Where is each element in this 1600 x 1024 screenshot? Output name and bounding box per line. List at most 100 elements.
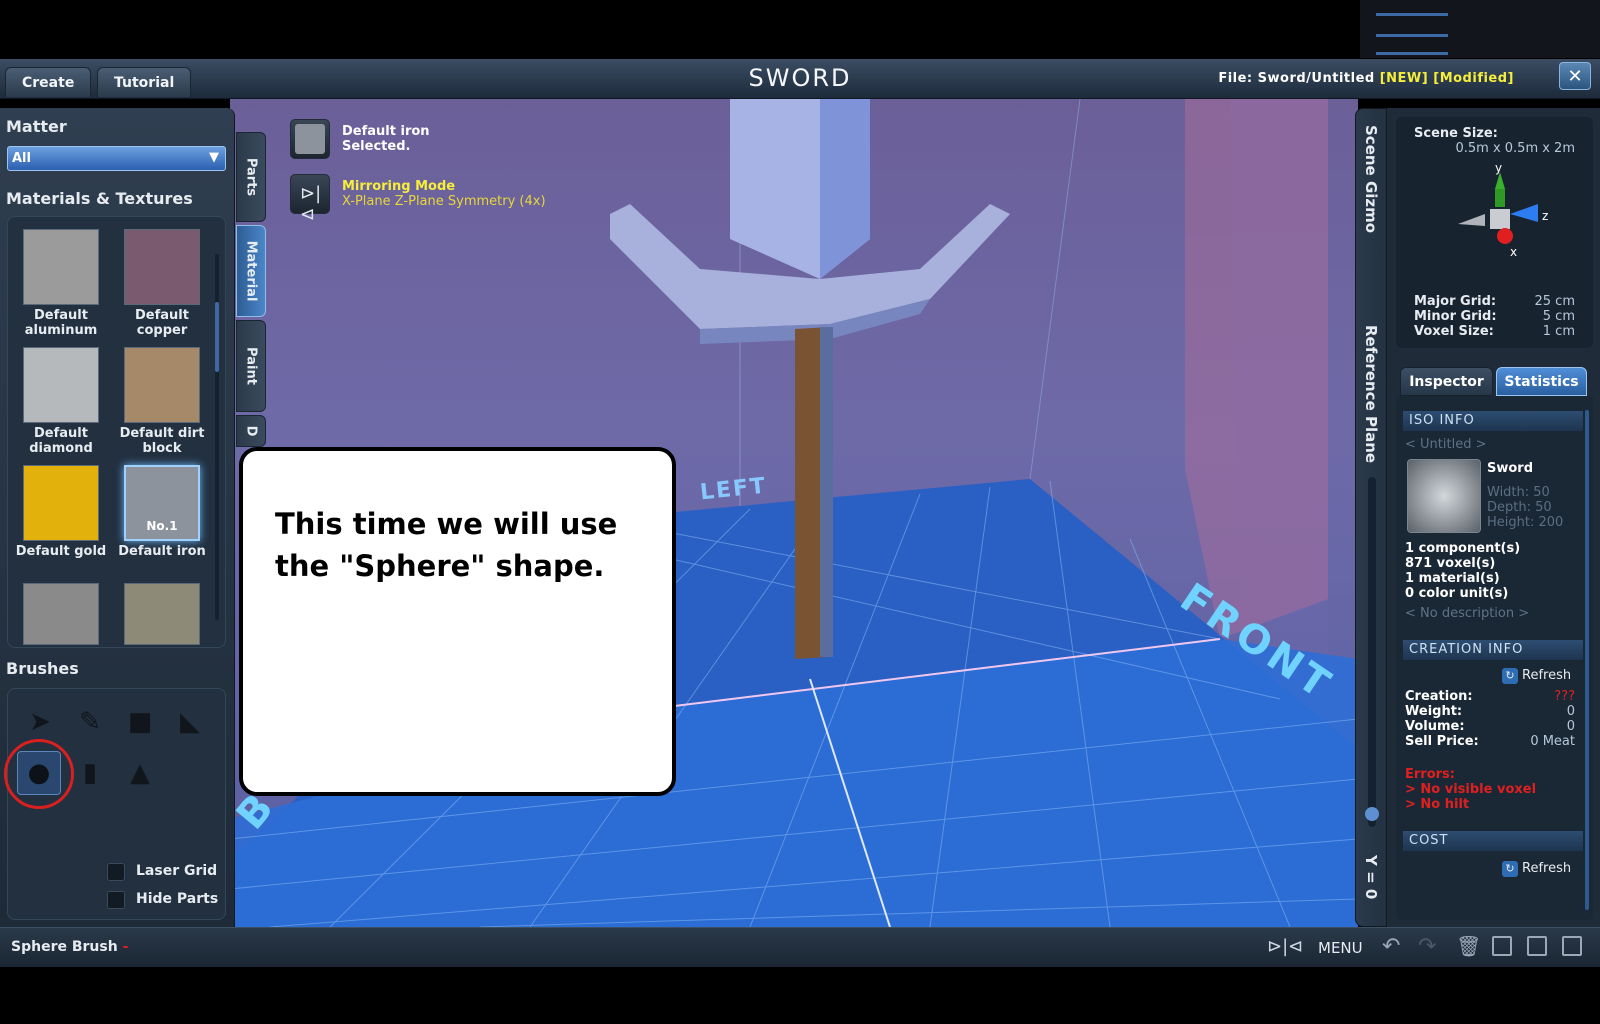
brush-select[interactable]: ➤ — [18, 700, 62, 744]
tab-tutorial[interactable]: Tutorial — [97, 67, 192, 97]
creation-label: Creation: — [1405, 689, 1473, 704]
brush-wedge[interactable]: ◣ — [168, 700, 212, 744]
matter-dropdown[interactable]: All ▼ — [7, 146, 226, 171]
axis-z-label: z — [1542, 209, 1548, 223]
tab-inspector[interactable]: Inspector — [1400, 367, 1493, 396]
material-swatch-dirt[interactable] — [124, 347, 200, 423]
refresh-icon: ↻ — [1502, 861, 1518, 877]
file-modified-flag: [Modified] — [1433, 71, 1514, 86]
laser-grid-label: Laser Grid — [136, 863, 218, 879]
iso-item-name: Sword — [1487, 461, 1534, 476]
brush-status-text: Sphere Brush — [11, 939, 118, 955]
material-label: Default iron — [118, 544, 206, 559]
laser-grid-checkbox[interactable] — [107, 863, 125, 881]
iso-sword-icon — [1407, 459, 1481, 533]
tab-statistics[interactable]: Statistics — [1496, 367, 1587, 396]
callout-text: This time we will use the "Sphere" shape… — [275, 507, 618, 583]
weight-label: Weight: — [1405, 704, 1463, 719]
brush-cylinder[interactable]: ▮ — [68, 751, 112, 795]
file-path: Sword/Untitled — [1257, 71, 1375, 86]
redo-icon[interactable]: ↷ — [1418, 934, 1436, 959]
refresh-icon: ↻ — [1502, 668, 1518, 684]
menu-button[interactable]: MENU — [1318, 939, 1363, 957]
brush-cube[interactable]: ■ — [118, 700, 162, 744]
major-grid-label: Major Grid: — [1414, 294, 1497, 309]
arrow-cursor-icon: ➤ — [29, 707, 51, 737]
brush-pencil[interactable]: ✎ — [68, 700, 112, 744]
tab-d[interactable]: D — [236, 415, 266, 447]
material-swatch-more[interactable] — [124, 583, 200, 645]
save-icon[interactable] — [1492, 936, 1512, 956]
minor-grid-label: Minor Grid: — [1414, 309, 1497, 324]
mirroring-status: Mirroring Mode X-Plane Z-Plane Symmetry … — [342, 179, 546, 209]
material-label: Default gold — [15, 544, 107, 559]
material-label: Default diamond — [29, 426, 93, 456]
cone-icon: ▲ — [130, 758, 150, 788]
iso-width: Width: 50 — [1487, 485, 1550, 500]
reference-plane-slider[interactable] — [1365, 477, 1379, 827]
materials-title: Materials & Textures — [6, 189, 193, 208]
brush-cone[interactable]: ▲ — [118, 751, 162, 795]
material-swatch-gold[interactable] — [23, 465, 99, 541]
iso-no-description: < No description > — [1405, 606, 1530, 621]
save-as-icon[interactable] — [1527, 936, 1547, 956]
undo-icon[interactable]: ↶ — [1382, 934, 1400, 959]
scene-gizmo-tab[interactable]: Scene Gizmo — [1362, 125, 1380, 233]
iso-depth: Depth: 50 — [1487, 500, 1552, 515]
cylinder-icon: ▮ — [82, 758, 98, 788]
tutorial-callout: This time we will use the "Sphere" shape… — [239, 447, 676, 796]
material-label: Default dirt block — [119, 426, 205, 456]
tab-material[interactable]: Material — [236, 225, 266, 317]
matter-dropdown-value: All — [12, 151, 31, 166]
export-icon[interactable] — [1562, 936, 1582, 956]
scene-size-value: 0.5m x 0.5m x 2m — [1455, 141, 1575, 156]
material-swatch-diamond[interactable] — [23, 347, 99, 423]
axis-gizmo-icon[interactable]: y z x — [1450, 164, 1560, 264]
material-swatch-copper[interactable] — [124, 229, 200, 305]
iso-info-header: ISO INFO — [1403, 411, 1583, 431]
selection-status: Default iron Selected. — [342, 124, 430, 154]
mirror-mode-title: Mirroring Mode — [342, 179, 456, 194]
statistics-scrollbar[interactable] — [1585, 410, 1589, 910]
slider-handle[interactable] — [1365, 807, 1379, 821]
tab-parts[interactable]: Parts — [236, 132, 266, 222]
volume-value: 0 — [1566, 719, 1575, 734]
volume-label: Volume: — [1405, 719, 1465, 734]
material-swatch-aluminum[interactable] — [23, 229, 99, 305]
right-strip: Scene Gizmo Reference Plane Y = 0 — [1355, 108, 1387, 927]
cost-refresh-button[interactable]: ↻ Refresh — [1502, 861, 1571, 877]
creation-info-header: CREATION INFO — [1403, 640, 1583, 660]
major-grid-value: 25 cm — [1534, 294, 1576, 309]
material-swatch-iron[interactable]: No.1 — [124, 465, 200, 541]
stat-voxels: 871 voxel(s) — [1405, 556, 1496, 571]
file-info: File: Sword/Untitled [NEW] [Modified] — [1218, 71, 1514, 86]
reference-plane-tab[interactable]: Reference Plane — [1362, 325, 1380, 463]
app-title: SWORD — [748, 64, 852, 92]
pencil-icon: ✎ — [79, 707, 101, 737]
material-swatch-more[interactable] — [23, 583, 99, 645]
mirror-mode-button[interactable]: ⊳|⊲ — [290, 174, 330, 225]
wedge-icon: ◣ — [180, 707, 200, 737]
matter-title: Matter — [6, 117, 67, 136]
reference-plane-y: Y = 0 — [1362, 855, 1380, 900]
tab-create[interactable]: Create — [5, 67, 92, 97]
file-new-flag: [NEW] — [1379, 71, 1429, 86]
close-button[interactable]: ✕ — [1559, 62, 1591, 90]
creation-refresh-button[interactable]: ↻ Refresh — [1502, 668, 1571, 684]
iso-height: Height: 200 — [1487, 515, 1564, 530]
sell-price-label: Sell Price: — [1405, 734, 1479, 749]
error-item: > No hilt — [1405, 797, 1470, 812]
trash-icon[interactable]: 🗑 — [1456, 934, 1481, 958]
hide-parts-checkbox[interactable] — [107, 891, 125, 909]
mirror-toggle-icon[interactable]: ⊳|⊲ — [1267, 936, 1303, 957]
tab-paint[interactable]: Paint — [236, 320, 266, 412]
stat-color-units: 0 color unit(s) — [1405, 586, 1509, 601]
error-item: > No visible voxel — [1405, 782, 1537, 797]
voxel-size-value: 1 cm — [1542, 324, 1575, 339]
top-right-thumbnail-strip — [1360, 0, 1600, 58]
brush-status-dash: - — [122, 939, 129, 955]
weight-value: 0 — [1566, 704, 1575, 719]
materials-scrollbar[interactable] — [215, 254, 219, 620]
mirror-icon: ⊳|⊲ — [300, 183, 322, 225]
material-label: Default copper — [135, 308, 189, 338]
